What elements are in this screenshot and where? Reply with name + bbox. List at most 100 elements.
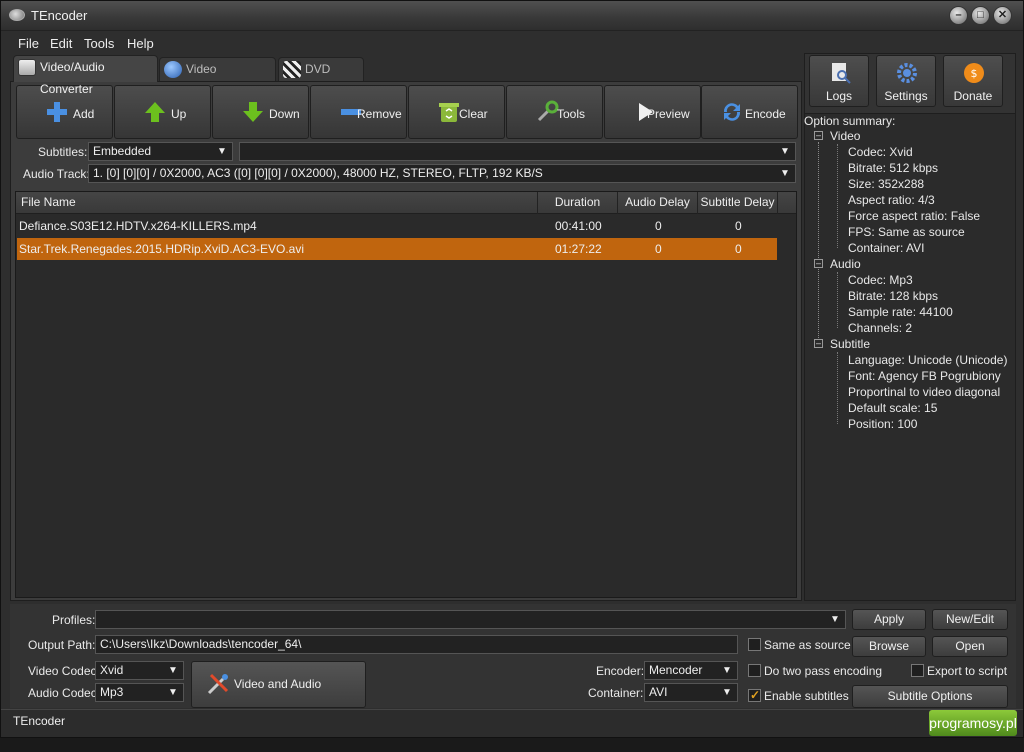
video-codec-select[interactable]: Xvid ▼: [95, 661, 184, 680]
subtitles-select[interactable]: Embedded ▼: [88, 142, 233, 161]
settings-button[interactable]: Settings: [876, 55, 936, 107]
menu-file[interactable]: File: [18, 36, 39, 51]
container-select[interactable]: AVI ▼: [644, 683, 738, 702]
chevron-down-icon: ▼: [217, 146, 227, 157]
tree-item: Default scale: 15: [848, 401, 938, 415]
column-audio-delay[interactable]: Audio Delay: [618, 192, 698, 214]
clear-button[interactable]: Clear: [408, 85, 505, 139]
column-duration[interactable]: Duration: [538, 192, 618, 214]
tools-icon: [537, 100, 559, 122]
tree-video[interactable]: Video: [830, 129, 860, 143]
menu-edit[interactable]: Edit: [50, 36, 72, 51]
tree-subtitle[interactable]: Subtitle: [830, 337, 870, 351]
apply-button[interactable]: Apply: [852, 609, 926, 630]
column-file-name[interactable]: File Name: [16, 192, 538, 214]
encoder-label: Encoder:: [596, 664, 645, 678]
same-as-source-checkbox[interactable]: [748, 638, 761, 651]
collapse-icon[interactable]: –: [814, 131, 823, 140]
tree-line: [837, 272, 838, 328]
encode-label: Encode: [745, 107, 786, 121]
tools-button[interactable]: Tools: [506, 85, 603, 139]
tab-dvd-ripper[interactable]: DVD Ripper: [278, 57, 364, 98]
enable-subtitles-checkbox[interactable]: [748, 688, 761, 702]
chevron-down-icon: ▼: [780, 168, 790, 179]
subtitle-delay-cell: 0: [735, 242, 742, 256]
tree-item: Channels: 2: [848, 321, 913, 335]
tools-label: Tools: [557, 107, 586, 121]
menu-tools[interactable]: Tools: [84, 36, 114, 51]
audio-track-select[interactable]: 1. [0] [0][0] / 0X2000, AC3 ([0] [0][0] …: [88, 164, 796, 183]
column-subtitle-delay[interactable]: Subtitle Delay: [698, 192, 778, 214]
clapperboard-icon: [283, 61, 301, 78]
subtitle-options-button[interactable]: Subtitle Options: [852, 685, 1008, 708]
profiles-select[interactable]: ▼: [95, 610, 846, 629]
down-button[interactable]: Down: [212, 85, 309, 139]
tree-item: Codec: Xvid: [848, 145, 913, 159]
audio-codec-select[interactable]: Mp3 ▼: [95, 683, 184, 702]
logs-button[interactable]: Logs: [809, 55, 869, 107]
tab-video-audio-converter[interactable]: Video/Audio Converter: [13, 55, 158, 96]
same-as-source-label: Same as source: [764, 638, 851, 652]
tree-item: Size: 352x288: [848, 177, 925, 191]
plus-icon: [47, 102, 67, 122]
subtitle-file-select[interactable]: ▼: [239, 142, 796, 161]
donate-label: Donate: [953, 89, 993, 103]
arrow-up-icon: [145, 102, 165, 122]
encoder-select[interactable]: Mencoder ▼: [644, 661, 738, 680]
audio-delay-cell: 0: [655, 242, 662, 256]
coin-icon: $: [964, 63, 984, 83]
maximize-button[interactable]: □: [971, 6, 990, 25]
donate-button[interactable]: $ Donate: [943, 55, 1003, 107]
tree-item: Position: 100: [848, 417, 918, 431]
status-text: TEncoder: [13, 714, 66, 728]
tree-line: [837, 352, 838, 424]
chevron-down-icon: ▼: [168, 665, 178, 676]
audio-codec-value: Mp3: [100, 685, 124, 699]
tree-item: Codec: Mp3: [848, 273, 913, 287]
two-pass-label: Do two pass encoding: [764, 664, 883, 678]
title-bar: TEncoder – □ ✕: [1, 1, 1023, 31]
file-name-cell: Defiance.S03E12.HDTV.x264-KILLERS.mp4: [19, 219, 257, 233]
video-audio-options-button[interactable]: Video and Audio Options: [191, 661, 366, 736]
table-row-selected[interactable]: Star.Trek.Renegades.2015.HDRip.XviD.AC3-…: [17, 238, 777, 260]
output-path-input[interactable]: C:\Users\Ikz\Downloads\tencoder_64\: [95, 635, 738, 654]
duration-cell: 01:27:22: [555, 242, 602, 256]
preview-label: Preview: [647, 107, 690, 121]
remove-button[interactable]: Remove: [310, 85, 407, 139]
window-title: TEncoder: [31, 8, 88, 23]
chevron-down-icon: ▼: [722, 665, 732, 676]
menu-help[interactable]: Help: [127, 36, 154, 51]
container-label: Container:: [588, 686, 644, 700]
tree-audio[interactable]: Audio: [830, 257, 861, 271]
encode-button[interactable]: Encode: [701, 85, 798, 139]
up-label: Up: [171, 107, 187, 121]
browse-button[interactable]: Browse: [852, 636, 926, 657]
minimize-button[interactable]: –: [949, 6, 968, 25]
main-window: TEncoder – □ ✕ File Edit Tools Help Vide…: [0, 0, 1024, 738]
tree-item: Force aspect ratio: False: [848, 209, 981, 223]
open-button[interactable]: Open: [932, 636, 1008, 657]
up-button[interactable]: Up: [114, 85, 211, 139]
arrow-down-icon: [243, 102, 263, 122]
collapse-icon[interactable]: –: [814, 339, 823, 348]
tab-video-downloader[interactable]: Video Downloader: [159, 57, 276, 98]
tree-item: Proportinal to video diagonal: [848, 385, 1001, 399]
chevron-down-icon: ▼: [168, 687, 178, 698]
new-edit-button[interactable]: New/Edit: [932, 609, 1008, 630]
menu-bar: File Edit Tools Help: [1, 32, 1023, 54]
option-summary-label: Option summary:: [804, 114, 896, 128]
audio-delay-cell: 0: [655, 219, 662, 233]
table-row[interactable]: Defiance.S03E12.HDTV.x264-KILLERS.mp4 00…: [17, 215, 777, 237]
export-script-label: Export to script: [927, 664, 1008, 678]
subtitles-value: Embedded: [93, 144, 152, 158]
close-button[interactable]: ✕: [993, 6, 1012, 25]
export-script-checkbox[interactable]: [911, 664, 924, 677]
tree-item: Bitrate: 512 kbps: [848, 161, 939, 175]
preview-button[interactable]: Preview: [604, 85, 701, 139]
two-pass-checkbox[interactable]: [748, 664, 761, 677]
collapse-icon[interactable]: –: [814, 259, 823, 268]
table-header: File Name Duration Audio Delay Subtitle …: [16, 192, 796, 214]
svg-text:$: $: [971, 67, 978, 80]
output-path-value: C:\Users\Ikz\Downloads\tencoder_64\: [100, 637, 302, 651]
magnifier-document-icon: [832, 63, 851, 84]
